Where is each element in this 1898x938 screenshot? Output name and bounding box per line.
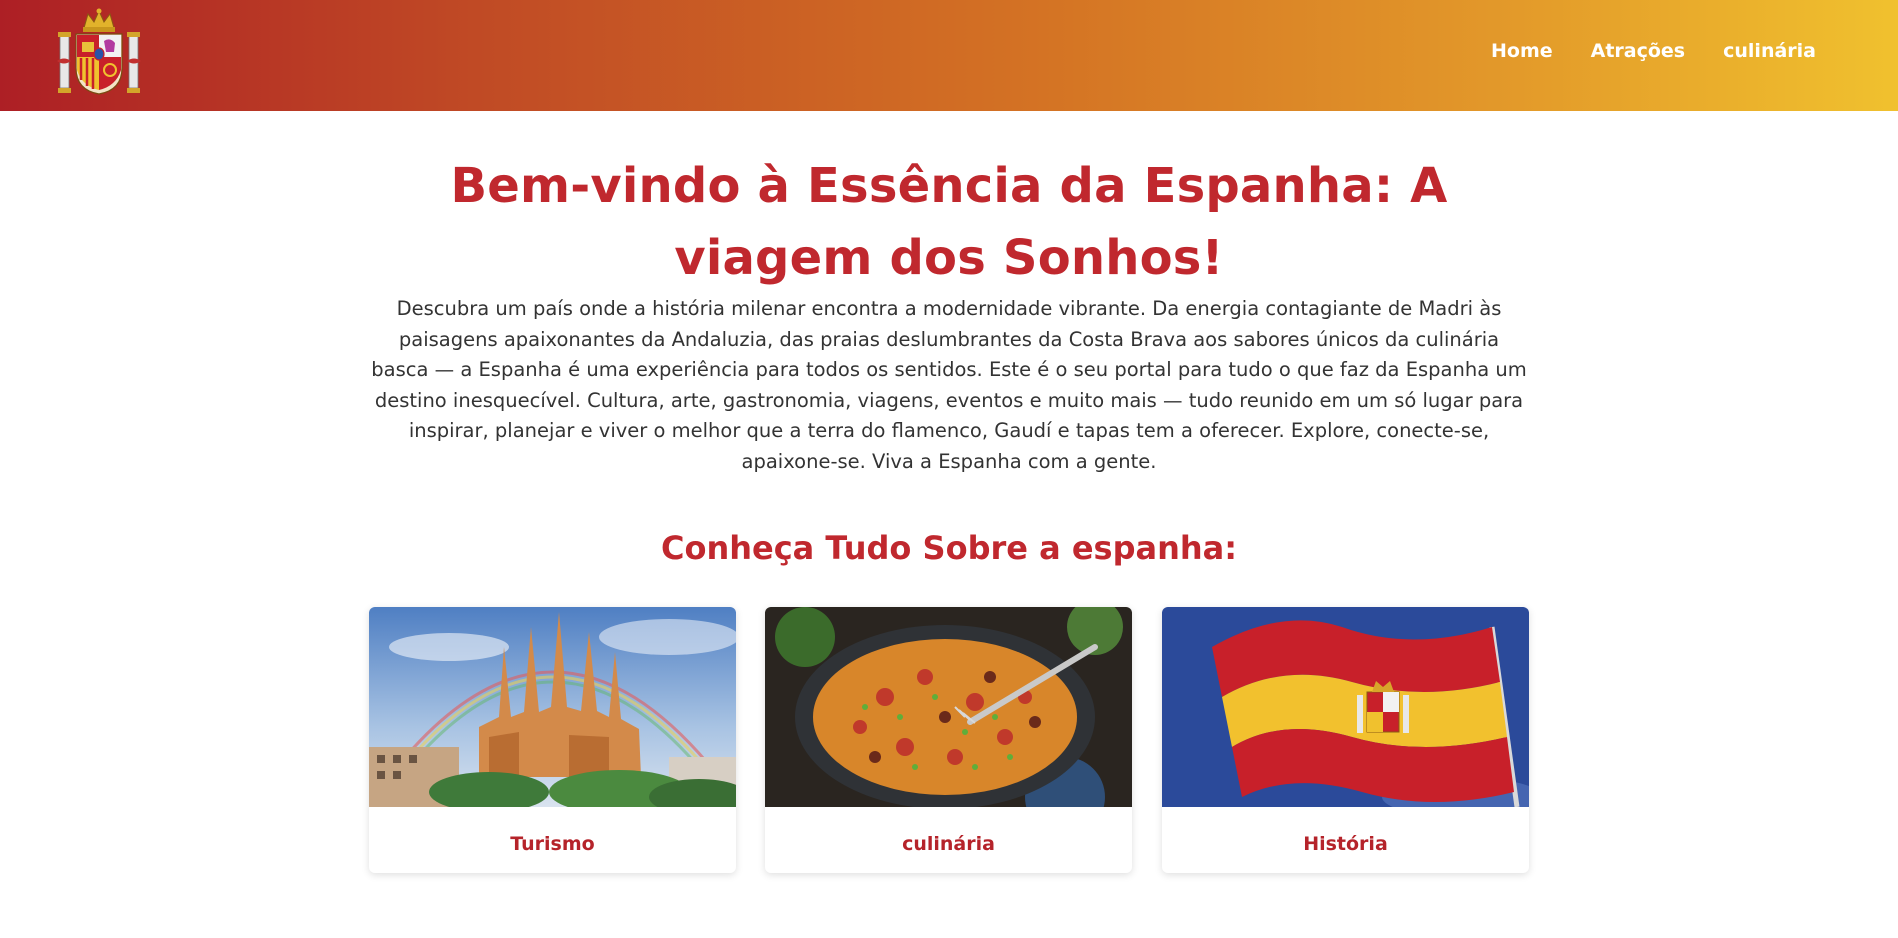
card-historia[interactable]: História [1162, 607, 1529, 873]
main-nav: Home Atrações culinária [1491, 40, 1816, 62]
card-turismo[interactable]: Turismo [369, 607, 736, 873]
card-label: Turismo [510, 833, 595, 855]
nav-link-atracoes[interactable]: Atrações [1591, 40, 1686, 62]
sagrada-familia-image [369, 607, 736, 807]
nav-link-culinaria[interactable]: culinária [1723, 40, 1816, 62]
card-culinaria[interactable]: culinária [765, 607, 1132, 873]
paella-image [765, 607, 1132, 807]
site-header: Home Atrações culinária [0, 0, 1898, 111]
hero-title: Bem-vindo à Essência da Espanha: A viage… [450, 158, 1448, 286]
card-label: História [1303, 833, 1388, 855]
spain-flag-image [1162, 607, 1529, 807]
section-title: Conheça Tudo Sobre a espanha: [660, 529, 1238, 567]
hero-description: Descubra um país onde a história milenar… [371, 297, 1527, 473]
spain-coat-of-arms-logo[interactable] [54, 6, 144, 96]
card-label: culinária [902, 833, 995, 855]
nav-link-home[interactable]: Home [1491, 40, 1553, 62]
